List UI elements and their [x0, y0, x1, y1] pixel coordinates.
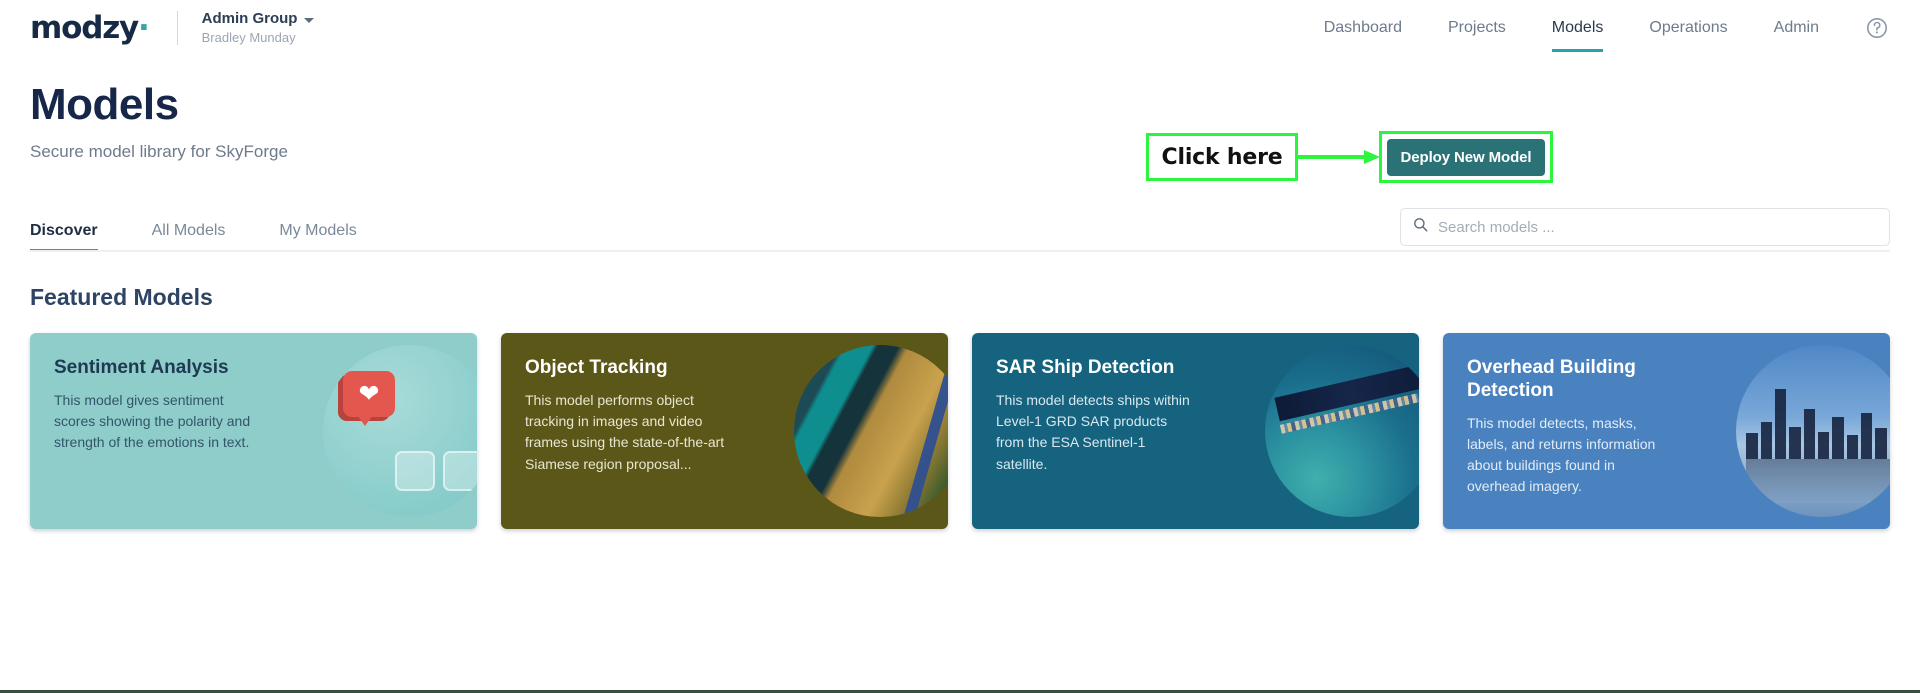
featured-models-heading: Featured Models [30, 284, 213, 310]
search-models-box[interactable] [1400, 208, 1890, 246]
card-description: This model detects, masks, labels, and r… [1467, 414, 1656, 495]
help-icon[interactable] [1864, 15, 1890, 41]
card-title: SAR Ship Detection [996, 357, 1175, 378]
nav-item-dashboard[interactable]: Dashboard [1301, 3, 1425, 54]
card-description: This model gives sentiment scores showin… [54, 391, 251, 451]
nav-item-projects[interactable]: Projects [1425, 3, 1529, 54]
heart-icon: ❤ [358, 379, 380, 408]
heart-badge-icon: ❤ [343, 371, 395, 426]
featured-models-grid: ❤ Sentiment Analysis This model gives se… [0, 311, 1920, 529]
card-title: Object Tracking [525, 357, 668, 378]
card-description: This model performs object tracking in i… [525, 391, 725, 472]
card-title: Sentiment Analysis [54, 357, 229, 378]
card-body: Object Tracking This model performs obje… [501, 333, 726, 475]
model-tabs: Discover All Models My Models [30, 214, 411, 252]
brand-area: modzy· Admin Group Bradley Munday [30, 9, 315, 46]
water-reflection [1746, 458, 1890, 504]
deploy-button-highlight: Deploy New Model [1379, 131, 1553, 183]
sentiment-card-art: ❤ [323, 345, 477, 517]
decorative-tile-one [395, 451, 435, 491]
model-card-overhead-building-detection[interactable]: Overhead Building Detection This model d… [1443, 333, 1890, 529]
nav-item-operations[interactable]: Operations [1626, 3, 1750, 54]
tab-my-models[interactable]: My Models [279, 214, 356, 252]
user-group-label: Admin Group [201, 10, 298, 27]
user-group-row: Admin Group [202, 10, 315, 29]
card-description: This model detects ships within Level-1 … [996, 391, 1190, 472]
page-title: Models [30, 80, 179, 129]
model-card-sar-ship-detection[interactable]: SAR Ship Detection This model detects sh… [972, 333, 1419, 529]
user-name-label: Bradley Munday [201, 29, 296, 45]
click-here-callout: Click here [1146, 133, 1298, 181]
object-tracking-card-art [794, 345, 948, 517]
logo-dot: · [138, 9, 150, 46]
card-body: SAR Ship Detection This model detects sh… [972, 333, 1197, 475]
nav-item-models[interactable]: Models [1529, 3, 1627, 54]
tabs-underline-rule [30, 250, 1890, 252]
models-page: modzy· Admin Group Bradley Munday Dashbo… [0, 0, 1920, 693]
logo-text: modzy [30, 9, 139, 46]
chevron-down-icon[interactable] [304, 17, 315, 23]
search-input[interactable] [1438, 218, 1877, 236]
card-title: Overhead Building Detection [1467, 357, 1636, 401]
deploy-new-model-button[interactable]: Deploy New Model [1386, 138, 1546, 176]
tab-discover[interactable]: Discover [30, 214, 98, 252]
user-account-switcher[interactable]: Admin Group Bradley Munday [202, 10, 315, 46]
modzy-logo[interactable]: modzy· [30, 9, 155, 46]
primary-nav: Dashboard Projects Models Operations Adm… [1301, 3, 1892, 54]
model-card-sentiment-analysis[interactable]: ❤ Sentiment Analysis This model gives se… [30, 333, 477, 529]
model-card-object-tracking[interactable]: Object Tracking This model performs obje… [501, 333, 948, 529]
card-body: Overhead Building Detection This model d… [1443, 333, 1668, 498]
top-navigation-bar: modzy· Admin Group Bradley Munday Dashbo… [0, 0, 1920, 56]
overhead-building-card-art [1736, 345, 1890, 517]
brand-divider [176, 11, 178, 45]
skyline-shape [1746, 379, 1890, 459]
page-header: Models Secure model library for SkyForge… [0, 56, 1920, 190]
card-body: Sentiment Analysis This model gives sent… [30, 333, 255, 454]
tab-all-models[interactable]: All Models [152, 214, 226, 252]
sar-ship-card-art [1265, 345, 1419, 517]
page-subtitle: Secure model library for SkyForge [30, 142, 288, 162]
search-icon [1413, 217, 1428, 237]
click-here-label: Click here [1161, 144, 1283, 170]
annotation-arrow [1298, 149, 1382, 165]
decorative-tile-two [443, 451, 477, 491]
nav-item-admin[interactable]: Admin [1751, 3, 1842, 54]
tabs-and-search-row: Discover All Models My Models [0, 208, 1920, 252]
